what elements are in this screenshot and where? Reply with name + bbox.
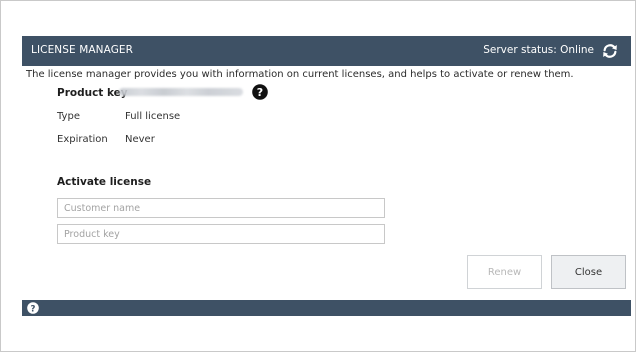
svg-text:?: ? xyxy=(31,304,36,314)
product-key-value-obscured xyxy=(119,88,243,96)
dialog-titlebar: LICENSE MANAGER Server status: Online xyxy=(22,36,631,66)
customer-name-input[interactable] xyxy=(57,198,385,218)
footer-help-icon[interactable]: ? xyxy=(27,302,39,314)
close-button[interactable]: Close xyxy=(551,255,626,289)
renew-button[interactable]: Renew xyxy=(467,255,542,289)
dialog-footer: ? xyxy=(22,300,631,316)
type-label: Type xyxy=(57,111,80,122)
license-manager-dialog: LICENSE MANAGER Server status: Online Th… xyxy=(22,36,631,316)
server-status-text: Server status: Online xyxy=(483,44,594,56)
product-key-label: Product key xyxy=(57,87,128,99)
activate-license-heading: Activate license xyxy=(57,176,152,188)
intro-text: The license manager provides you with in… xyxy=(26,69,574,80)
product-key-input[interactable] xyxy=(57,224,385,244)
dialog-title: LICENSE MANAGER xyxy=(31,44,134,56)
help-icon[interactable]: ? xyxy=(252,84,268,100)
app-frame: LICENSE MANAGER Server status: Online Th… xyxy=(0,0,636,352)
svg-text:?: ? xyxy=(257,86,263,99)
type-value: Full license xyxy=(125,111,181,122)
expiration-label: Expiration xyxy=(57,134,108,145)
refresh-icon[interactable] xyxy=(601,42,619,60)
expiration-value: Never xyxy=(125,134,155,145)
